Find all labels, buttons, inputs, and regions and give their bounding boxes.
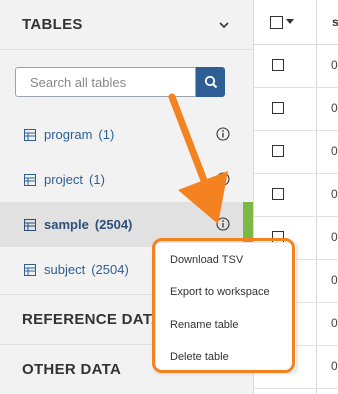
arrow-icon bbox=[168, 93, 228, 224]
